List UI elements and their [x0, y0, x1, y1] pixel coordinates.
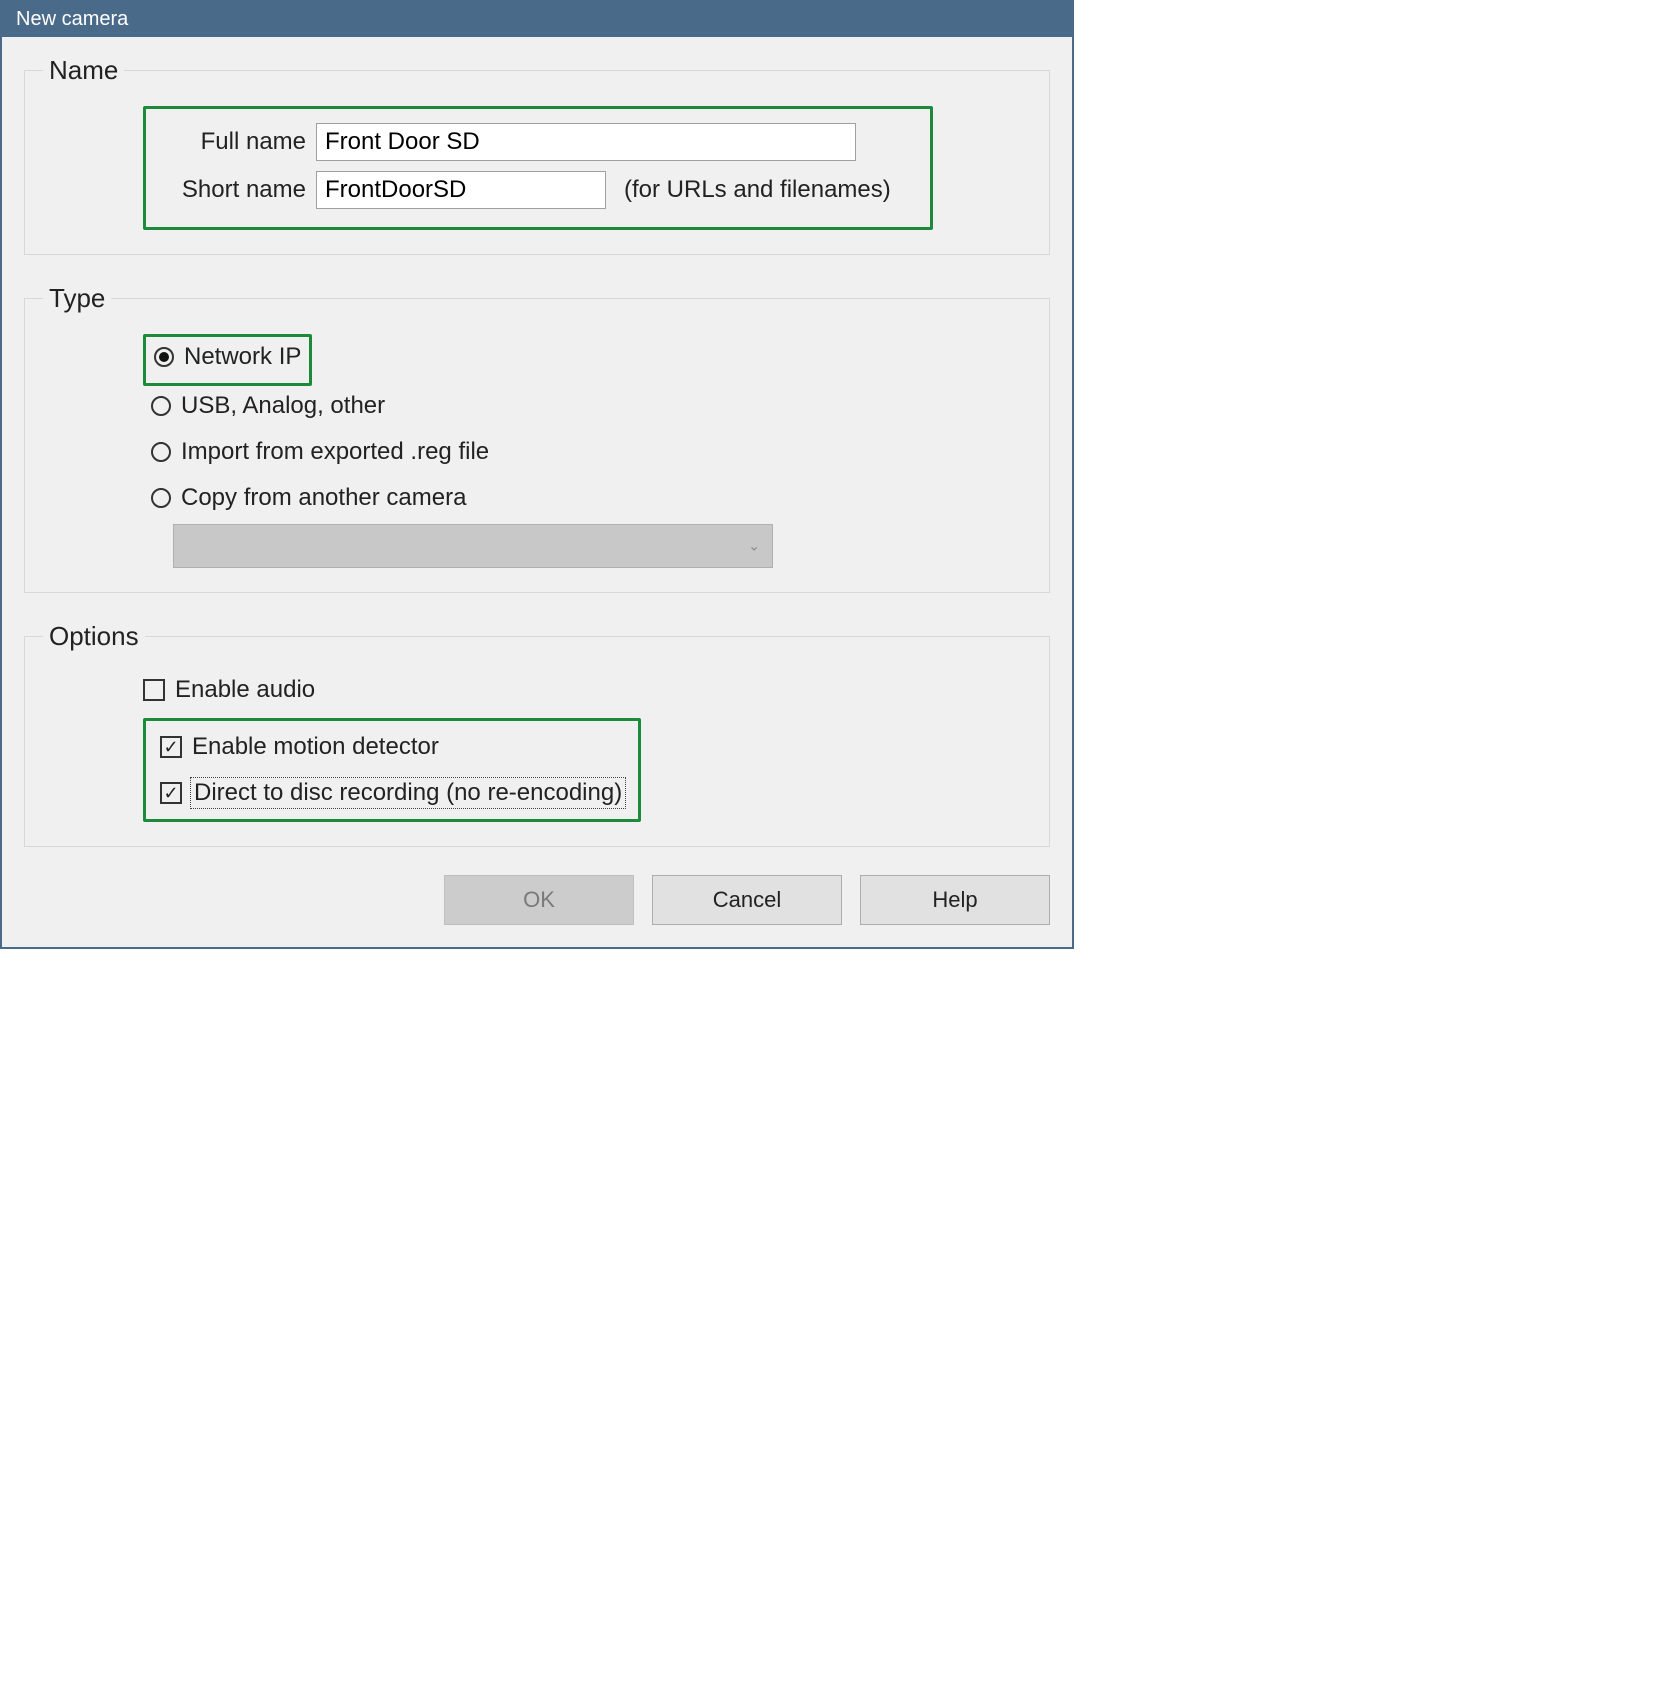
group-name-legend: Name: [43, 55, 124, 86]
check-direct-to-disc[interactable]: ✓ Direct to disc recording (no re-encodi…: [160, 775, 624, 811]
checkbox-icon: [143, 679, 165, 701]
radio-usb-analog-label: USB, Analog, other: [181, 392, 385, 420]
cancel-button[interactable]: Cancel: [652, 875, 842, 925]
radio-copy-camera-label: Copy from another camera: [181, 484, 466, 512]
check-direct-to-disc-label: Direct to disc recording (no re-encoding…: [192, 779, 624, 807]
short-name-label: Short name: [166, 176, 316, 204]
copy-from-camera-dropdown[interactable]: ⌄: [173, 524, 773, 568]
radio-import-reg[interactable]: Import from exported .reg file: [143, 432, 1031, 472]
options-highlight-box: ✓ Enable motion detector ✓ Direct to dis…: [143, 718, 641, 822]
radio-network-ip[interactable]: Network IP: [146, 337, 309, 377]
check-enable-motion-label: Enable motion detector: [192, 733, 439, 761]
radio-icon: [154, 347, 174, 367]
window-title: New camera: [16, 8, 128, 30]
check-enable-audio-label: Enable audio: [175, 676, 315, 704]
chevron-down-icon: ⌄: [748, 538, 760, 555]
check-enable-audio[interactable]: Enable audio: [143, 672, 1031, 708]
ok-button[interactable]: OK: [444, 875, 634, 925]
help-button[interactable]: Help: [860, 875, 1050, 925]
window-titlebar: New camera: [2, 2, 1072, 37]
name-highlight-box: Full name Short name (for URLs and filen…: [143, 106, 933, 230]
radio-usb-analog[interactable]: USB, Analog, other: [143, 386, 1031, 426]
checkbox-icon: ✓: [160, 782, 182, 804]
group-type-legend: Type: [43, 283, 111, 314]
short-name-input[interactable]: [316, 171, 606, 209]
radio-icon: [151, 442, 171, 462]
new-camera-dialog: New camera Name Full name Short name (fo…: [0, 0, 1074, 949]
group-options-legend: Options: [43, 621, 145, 652]
check-enable-motion[interactable]: ✓ Enable motion detector: [160, 729, 624, 765]
checkbox-icon: ✓: [160, 736, 182, 758]
dialog-body: Name Full name Short name (for URLs and …: [2, 37, 1072, 947]
radio-icon: [151, 488, 171, 508]
full-name-input[interactable]: [316, 123, 856, 161]
group-options: Options Enable audio ✓ Enable motion det…: [24, 621, 1050, 847]
group-name: Name Full name Short name (for URLs and …: [24, 55, 1050, 255]
dialog-buttons: OK Cancel Help: [24, 875, 1050, 925]
type-highlight-box: Network IP: [143, 334, 312, 386]
group-type: Type Network IP USB, Analog, other Impor…: [24, 283, 1050, 593]
full-name-label: Full name: [166, 128, 316, 156]
radio-network-ip-label: Network IP: [184, 343, 301, 371]
radio-icon: [151, 396, 171, 416]
short-name-hint: (for URLs and filenames): [624, 176, 891, 204]
radio-copy-camera[interactable]: Copy from another camera: [143, 478, 1031, 518]
radio-import-reg-label: Import from exported .reg file: [181, 438, 489, 466]
